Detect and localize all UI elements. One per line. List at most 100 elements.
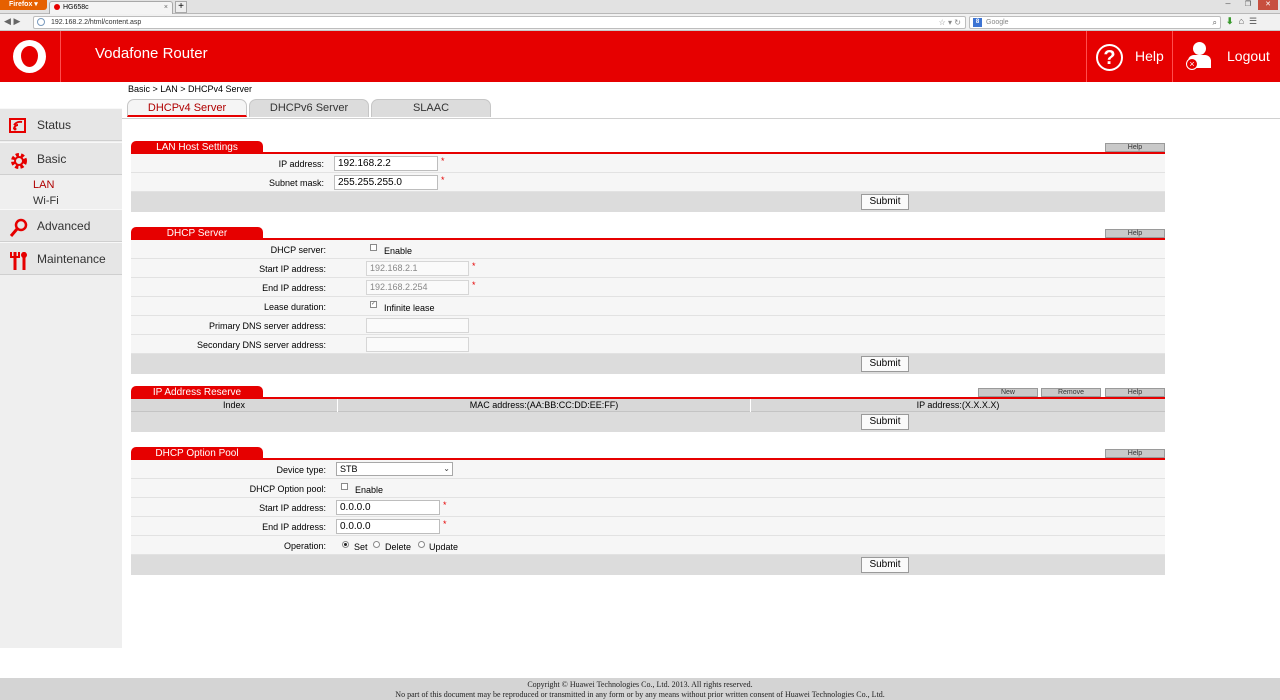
sidebar-item-maintenance[interactable]: Maintenance (0, 242, 122, 275)
nav-arrows: ◀ ▶ (4, 16, 20, 27)
secondary-dns-label: Secondary DNS server address: (196, 340, 326, 350)
help-button[interactable]: Help (1105, 229, 1165, 238)
infinite-lease-label: Infinite lease (384, 303, 435, 313)
sidebar: Status Basic LAN Wi-Fi Advanced Maintena… (0, 82, 122, 648)
browser-tab-strip: Firefox ▾ HG658c × + ─ ❐ ✕ (0, 0, 1280, 14)
sidebar-item-status[interactable]: Status (0, 108, 122, 141)
dropdown-icon[interactable]: ▾ (948, 18, 952, 27)
help-button[interactable]: Help (1105, 388, 1165, 397)
new-tab-button[interactable]: + (175, 1, 187, 13)
browser-tab[interactable]: HG658c × (49, 1, 173, 14)
end-ip-input[interactable]: 192.168.2.254 (366, 280, 469, 295)
maximize-icon[interactable]: ❐ (1238, 0, 1258, 10)
section-title: DHCP Server (131, 227, 263, 240)
section-title: IP Address Reserve (131, 386, 263, 399)
search-bar[interactable]: 8 Google ⌕ (969, 16, 1221, 29)
header-help-button[interactable]: ? Help (1086, 31, 1171, 82)
window-controls: ─ ❐ ✕ (1218, 0, 1278, 10)
start-ip-label: Start IP address: (259, 503, 326, 513)
submit-button[interactable]: Submit (861, 414, 909, 430)
window-close-icon[interactable]: ✕ (1258, 0, 1278, 10)
chevron-down-icon: ⌄ (443, 464, 450, 473)
submit-button[interactable]: Submit (861, 557, 909, 573)
operation-delete-radio[interactable] (373, 541, 380, 548)
column-header-mac: MAC address:(AA:BB:CC:DD:EE:FF) (338, 399, 751, 412)
firefox-menu-button[interactable]: Firefox ▾ (0, 0, 47, 10)
url-text: 192.168.2.2/html/content.asp (51, 19, 142, 26)
start-ip-label: Start IP address: (259, 264, 326, 274)
ip-address-input[interactable]: 192.168.2.2 (334, 156, 438, 171)
subnet-mask-input[interactable]: 255.255.255.0 (334, 175, 438, 190)
dhcp-server-label: DHCP server: (270, 245, 326, 255)
site-identity-icon[interactable] (37, 18, 45, 26)
vodafone-logo-icon[interactable] (13, 40, 46, 73)
start-ip-input[interactable]: 192.168.2.1 (366, 261, 469, 276)
reload-icon[interactable]: ↻ (954, 18, 961, 27)
tab-dhcpv4-server[interactable]: DHCPv4 Server (127, 99, 247, 117)
option-end-ip-input[interactable]: 0.0.0.0 (336, 519, 440, 534)
tab-slaac[interactable]: SLAAC (371, 99, 491, 117)
menu-icon[interactable]: ☰ (1249, 16, 1257, 26)
sidebar-subitem-lan[interactable]: LAN (33, 179, 54, 191)
submit-button[interactable]: Submit (861, 194, 909, 210)
required-marker: * (441, 156, 445, 166)
required-marker: * (443, 519, 447, 529)
close-tab-icon[interactable]: × (164, 2, 168, 14)
update-label: Update (429, 542, 459, 552)
help-button[interactable]: Help (1105, 143, 1165, 152)
device-type-select[interactable]: STB ⌄ (336, 462, 453, 476)
forward-arrow-icon[interactable]: ▶ (13, 16, 20, 26)
device-type-label: Device type: (276, 465, 326, 475)
sidebar-item-advanced[interactable]: Advanced (0, 209, 122, 242)
lan-host-settings-section: LAN Host Settings Help IP address: 192.1… (131, 140, 1165, 212)
primary-dns-label: Primary DNS server address: (208, 321, 326, 331)
help-icon: ? (1096, 44, 1123, 71)
search-icon[interactable]: ⌕ (1213, 17, 1217, 28)
tab-divider (122, 118, 1280, 119)
minimize-icon[interactable]: ─ (1218, 0, 1238, 10)
download-icon[interactable]: ⬇ (1226, 16, 1234, 26)
operation-update-radio[interactable] (418, 541, 425, 548)
header-divider (60, 31, 61, 82)
section-title: DHCP Option Pool (131, 447, 263, 460)
new-button[interactable]: New (978, 388, 1038, 397)
sidebar-subitem-wifi[interactable]: Wi-Fi (33, 195, 59, 207)
secondary-dns-input[interactable] (366, 337, 469, 352)
help-button[interactable]: Help (1105, 449, 1165, 458)
home-icon[interactable]: ⌂ (1239, 16, 1244, 26)
ip-address-reserve-section: IP Address Reserve New Remove Help Index… (131, 385, 1165, 432)
app-title: Vodafone Router (95, 45, 208, 62)
browser-tab-title: HG658c (63, 4, 89, 11)
search-placeholder: Google (986, 19, 1009, 26)
header-help-label: Help (1135, 48, 1164, 64)
dhcp-option-pool-section: DHCP Option Pool Help Device type: STB ⌄… (131, 446, 1165, 575)
back-arrow-icon[interactable]: ◀ (4, 16, 11, 26)
bookmark-star-icon[interactable]: ☆ (939, 18, 946, 27)
option-pool-enable-checkbox[interactable] (341, 483, 348, 490)
infinite-lease-checkbox[interactable]: ✓ (370, 301, 377, 308)
subnet-mask-label: Subnet mask: (268, 178, 324, 188)
operation-label: Operation: (283, 541, 326, 551)
dhcp-enable-checkbox[interactable] (370, 244, 377, 251)
submit-button[interactable]: Submit (861, 356, 909, 372)
url-bar[interactable]: 192.168.2.2/html/content.asp ☆ ▾ ↻ (33, 16, 966, 29)
sidebar-item-basic[interactable]: Basic (0, 142, 122, 175)
column-header-index: Index (131, 399, 338, 412)
tab-dhcpv6-server[interactable]: DHCPv6 Server (249, 99, 369, 117)
remove-button[interactable]: Remove (1041, 388, 1101, 397)
logout-button[interactable]: × Logout (1172, 31, 1280, 82)
browser-nav-bar: ◀ ▶ 192.168.2.2/html/content.asp ☆ ▾ ↻ 8… (0, 14, 1280, 31)
router-header: Vodafone Router ? Help × Logout (0, 31, 1280, 82)
primary-dns-input[interactable] (366, 318, 469, 333)
delete-label: Delete (385, 542, 412, 552)
search-engine-icon[interactable]: 8 (973, 18, 982, 27)
footer: Copyright © Huawei Technologies Co., Ltd… (0, 678, 1280, 700)
option-start-ip-input[interactable]: 0.0.0.0 (336, 500, 440, 515)
operation-set-radio[interactable] (342, 541, 349, 548)
lease-duration-label: Lease duration: (263, 302, 326, 312)
sidebar-item-label: Basic (37, 152, 67, 166)
url-controls: ☆ ▾ ↻ (939, 17, 961, 28)
dhcp-option-pool-label: DHCP Option pool: (249, 484, 326, 494)
set-label: Set (354, 542, 368, 552)
gear-icon (9, 151, 29, 169)
